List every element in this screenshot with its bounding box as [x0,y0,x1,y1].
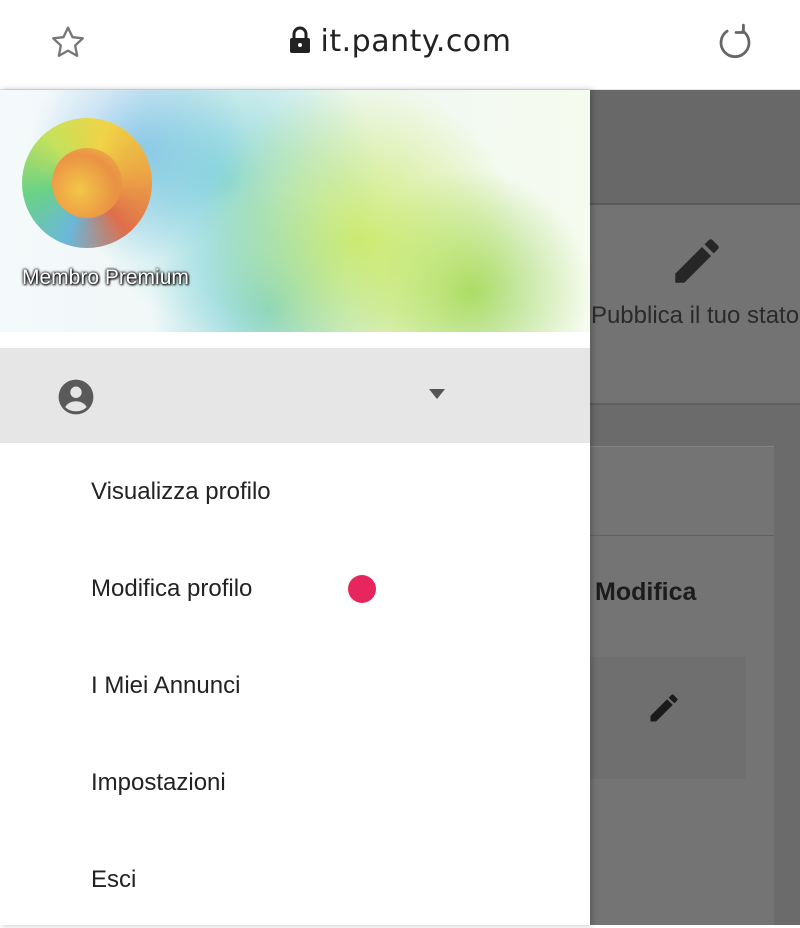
menu-item-label: I Miei Annunci [91,671,241,699]
menu-item-label: Impostazioni [91,768,226,796]
lock-icon [289,26,310,53]
menu-item-settings[interactable]: Impostazioni [0,734,590,831]
account-circle-icon [58,379,94,415]
section-title: Modifica [595,578,697,606]
menu-item-logout[interactable]: Esci [0,831,590,928]
drawer-cover-image: Membro Premium [0,90,590,332]
menu-item-view-profile[interactable]: Visualizza profilo [0,443,590,540]
drawer-menu: Visualizza profilo Modifica profilo I Mi… [0,443,590,928]
card-divider [590,535,774,536]
menu-item-label: Visualizza profilo [91,477,271,505]
profile-card [590,446,774,925]
profile-picture[interactable] [22,118,152,248]
refresh-icon[interactable] [714,22,756,64]
address-bar[interactable]: it.panty.com [0,24,800,59]
browser-toolbar: it.panty.com [0,0,800,90]
menu-item-edit-profile[interactable]: Modifica profilo [0,540,590,637]
menu-item-label: Modifica profilo [91,574,253,602]
profile-picture-core [52,148,122,218]
caret-down-icon[interactable] [427,388,447,400]
page-header-band [590,90,800,205]
pencil-icon[interactable] [646,690,682,726]
menu-item-my-ads[interactable]: I Miei Annunci [0,637,590,734]
account-selector[interactable] [0,348,590,443]
background-page: Pubblica il tuo stato Modifica [590,90,800,925]
membership-label: Membro Premium [22,266,189,289]
menu-item-label: Esci [91,865,137,893]
notification-dot [348,574,376,603]
pencil-icon [675,239,719,283]
publish-status-label: Pubblica il tuo stato [590,302,800,329]
navigation-drawer: Membro Premium Visualizza profilo Modifi… [0,90,590,925]
url-text: it.panty.com [320,24,512,59]
